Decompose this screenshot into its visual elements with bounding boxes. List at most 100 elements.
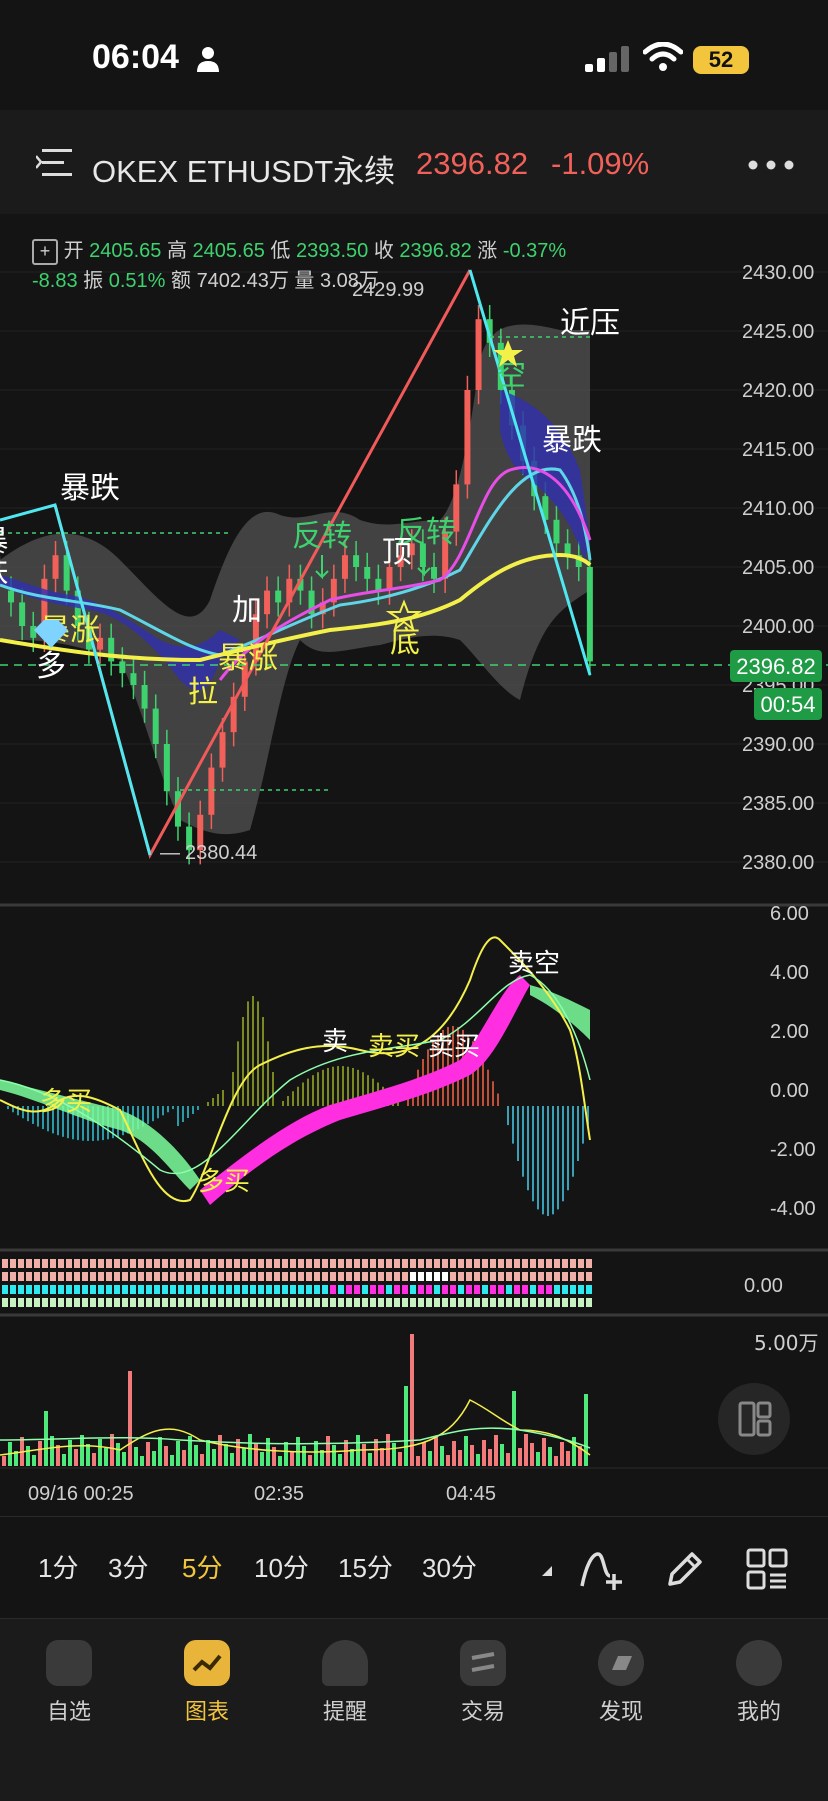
countdown-tag-text: 00:54 [760,692,815,717]
timeframe-10m[interactable]: 10分 [254,1548,309,1585]
indicator-add-icon[interactable] [578,1546,624,1592]
macd-histogram-bar [307,1078,309,1106]
macd-histogram-bar [342,1066,344,1106]
nav-alerts[interactable]: 提醒 [285,1640,405,1726]
volume-bar [464,1436,468,1466]
timeframe-5m[interactable]: 5分 [182,1548,222,1585]
signal-strip-cell [538,1259,544,1268]
signal-strip-cell [410,1259,416,1268]
signal-strip-cell [114,1298,120,1307]
macd-histogram-bar [482,1058,484,1106]
expand-triangle-icon[interactable] [540,1564,554,1578]
candle-body [364,567,371,579]
signal-strip-cell [274,1298,280,1307]
price-chart[interactable]: 2430.00 2425.00 2420.00 2415.00 2410.00 2405.… [0,214,828,1514]
signal-strip-cell [434,1285,440,1294]
signal-strip-cell [74,1259,80,1268]
macd-histogram-bar [162,1106,164,1116]
volume-bar [386,1434,390,1466]
time-label-2: 02:35 [254,1483,304,1505]
volume-bar [230,1453,234,1466]
signal-strip-cell [442,1272,448,1281]
instrument-title[interactable]: OKEX ETHUSDT永续 [92,146,395,191]
signal-strip-cell [570,1285,576,1294]
current-price-tag-text: 2396.82 [736,654,816,679]
macd-histogram-bar [217,1094,219,1106]
nav-trade[interactable]: 交易 [423,1640,543,1726]
volume-bar [104,1448,108,1466]
macd-histogram-bar [332,1066,334,1106]
price-change-percent: -1.09% [551,146,650,181]
signal-strip-cell [570,1298,576,1307]
grid-layout-icon[interactable] [744,1546,790,1592]
amp-value: 0.51% [108,270,166,292]
macd-histogram-bar [302,1082,304,1106]
price-axis-label: 2430.00 [742,262,814,284]
add-indicator-icon[interactable]: + [32,238,58,265]
timeframe-3m[interactable]: 3分 [108,1548,148,1585]
volume-bar [74,1449,78,1466]
signal-strip-cell [530,1298,536,1307]
signal-strip-cell [210,1259,216,1268]
candle-body [586,567,593,662]
price-axis-label: 2420.00 [742,380,814,402]
signal-strip-cell [242,1298,248,1307]
draw-pencil-icon[interactable] [662,1546,708,1592]
signal-strip-cell [290,1298,296,1307]
signal-strip-cell [114,1259,120,1268]
nav-discover[interactable]: 发现 [561,1640,681,1726]
signal-strip-cell [130,1272,136,1281]
macd-histogram-bar [517,1106,519,1161]
signal-strip-cell [522,1259,528,1268]
signal-strip-cell [290,1272,296,1281]
volume-bar [62,1454,66,1466]
price-axis-label: 2380.00 [742,852,814,874]
signal-strip-cell [410,1285,416,1294]
volume-bar [122,1452,126,1466]
candle-body [275,590,282,603]
timeframe-30m[interactable]: 30分 [422,1548,477,1585]
signal-strip-cell [514,1285,520,1294]
macd-histogram-bar [197,1106,199,1110]
signal-strip-cell [474,1259,480,1268]
macd-histogram-bar [237,1041,239,1106]
signal-strip-cell [90,1298,96,1307]
signal-strip-cell [482,1298,488,1307]
list-menu-icon[interactable] [36,146,76,180]
signal-strip-cell [410,1298,416,1307]
signal-strip-cell [314,1272,320,1281]
macd-label-long-buy-2: 多买 [198,1167,250,1197]
candle-body [464,390,471,485]
label-la: 拉 [188,675,218,710]
nav-watchlist[interactable]: 自选 [9,1640,129,1726]
label-baodie-3: 暴跌 [542,423,602,458]
signal-strip-cell [378,1298,384,1307]
signal-strip-cell [2,1272,8,1281]
signal-strip-cell [354,1272,360,1281]
nav-label: 自选 [46,1699,91,1724]
signal-strip-cell [306,1259,312,1268]
signal-strip-cell [474,1298,480,1307]
signal-strip-cell [490,1285,496,1294]
signal-strip-cell [466,1259,472,1268]
nav-chart[interactable]: 图表 [147,1640,267,1726]
signal-strip-cell [394,1259,400,1268]
timeframe-15m[interactable]: 15分 [338,1548,393,1585]
macd-histogram-bar [547,1106,549,1216]
nav-profile[interactable]: 我的 [699,1640,819,1726]
timeframe-1m[interactable]: 1分 [38,1548,78,1585]
more-options-icon[interactable] [748,160,794,170]
macd-histogram-bar [247,1001,249,1106]
candle-body [431,567,438,579]
nav-label: 我的 [736,1699,781,1724]
macd-histogram-bar [322,1069,324,1106]
signal-strip-cell [394,1298,400,1307]
label-ding: 顶 [382,535,412,570]
signal-strip-cell [18,1285,24,1294]
label-jinya: 近压 [560,306,620,341]
signal-strip-cell [66,1298,72,1307]
layout-toggle-button[interactable] [718,1383,790,1455]
volume-bar [308,1455,312,1466]
volume-bar [272,1447,276,1466]
signal-strip-cell [338,1259,344,1268]
